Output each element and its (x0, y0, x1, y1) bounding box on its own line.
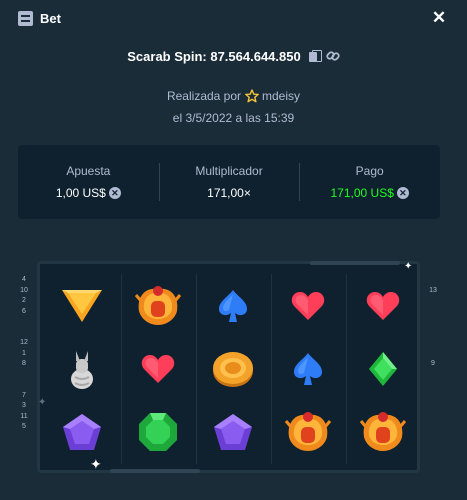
line-number: 9 (431, 360, 435, 367)
sparkle-icon: ✦ (38, 397, 47, 408)
heart-icon (272, 274, 343, 337)
left-line-numbers: 4 10 2 6 12 1 8 7 3 11 5 (18, 275, 30, 433)
line-number (427, 412, 439, 423)
scarab-icon (122, 274, 193, 337)
spade-icon (272, 337, 343, 400)
frame-highlight (310, 261, 400, 265)
reel-column (121, 274, 193, 464)
scarab-icon (272, 400, 343, 463)
close-button[interactable]: ✕ (431, 9, 447, 27)
sparkle-icon: ✦ (90, 456, 102, 472)
bet-date: el 3/5/2022 a las 15:39 (172, 111, 295, 125)
line-number: 11 (20, 412, 28, 420)
line-number: 4 (22, 276, 26, 283)
currency-icon: ✕ (108, 187, 121, 199)
stat-multiplier-label: Multiplicador (195, 164, 263, 178)
bet-ticket-icon (18, 10, 33, 26)
line-number (18, 380, 30, 391)
stat-bet-value-row: 1,00 US$ ✕ (56, 186, 121, 200)
copy-icon[interactable] (308, 50, 322, 62)
reel-column (46, 274, 118, 464)
stat-bet-label: Apuesta (66, 164, 111, 178)
line-number (427, 317, 439, 328)
emerald-gem-icon (122, 400, 193, 463)
line-number (427, 275, 439, 286)
scarab-icon (347, 400, 418, 463)
line-number (427, 349, 439, 360)
line-number: 7 (22, 391, 26, 399)
placed-by-row: Realizada por mdeisy (0, 87, 467, 105)
right-line-numbers: 13 9 (427, 275, 439, 433)
line-number: 6 (22, 307, 26, 315)
stat-payout-value: 171,00 US$ (330, 186, 394, 200)
triangle-gem-icon (46, 274, 118, 337)
modal-header: Bet (0, 0, 467, 36)
line-number (18, 370, 30, 381)
stat-multiplier-value: 171,00× (207, 186, 251, 200)
line-number: 5 (22, 423, 26, 430)
line-number (427, 380, 439, 391)
stats-panel: Apuesta 1,00 US$ ✕ Multiplicador 171,00×… (18, 145, 440, 219)
pentagon-gem-icon (46, 400, 118, 463)
reel-column (271, 274, 343, 464)
line-number (18, 317, 30, 328)
coin-icon (197, 337, 268, 400)
line-number: 10 (20, 286, 28, 294)
stat-payout-label: Pago (355, 164, 384, 178)
line-number (427, 338, 439, 349)
reel-column (196, 274, 268, 464)
line-number: 12 (20, 339, 28, 346)
line-number (427, 296, 439, 307)
stat-multiplier: Multiplicador 171,00× (158, 145, 300, 219)
spade-icon (197, 274, 268, 337)
line-number (427, 328, 439, 339)
currency-icon: ✕ (396, 187, 409, 199)
stat-payout-value-row: 171,00 US$ ✕ (330, 186, 409, 200)
line-number: 13 (429, 286, 437, 294)
line-number (427, 307, 439, 318)
line-number (427, 391, 439, 402)
line-number (427, 401, 439, 412)
frame-highlight (110, 469, 200, 473)
reel-grid (37, 261, 420, 473)
placed-by-label: Realizada por (166, 89, 242, 103)
link-icon[interactable] (326, 49, 340, 63)
line-number (427, 422, 439, 433)
sparkle-icon: ✦ (404, 261, 413, 272)
stat-bet-value: 1,00 US$ (55, 186, 106, 200)
line-number: 1 (22, 349, 26, 357)
spin-id: Scarab Spin: 87.564.644.850 (127, 48, 301, 64)
vase-icon (46, 337, 118, 400)
line-number: 8 (22, 360, 26, 367)
heart-icon (347, 274, 418, 337)
reel-column (346, 274, 418, 464)
line-number: 2 (22, 297, 26, 304)
stat-payout: Pago 171,00 US$ ✕ (299, 145, 440, 219)
diamond-gem-icon (347, 337, 418, 400)
user-name-link[interactable]: mdeisy (262, 89, 300, 103)
line-number: 3 (22, 402, 26, 409)
pentagon-gem-icon (197, 400, 268, 463)
line-number (18, 328, 30, 339)
line-number (427, 370, 439, 381)
spin-id-row: Scarab Spin: 87.564.644.850 (0, 46, 467, 66)
heart-icon (122, 337, 193, 400)
star-icon (245, 89, 259, 103)
modal-title: Bet (40, 10, 61, 26)
stat-bet: Apuesta 1,00 US$ ✕ (18, 145, 159, 219)
